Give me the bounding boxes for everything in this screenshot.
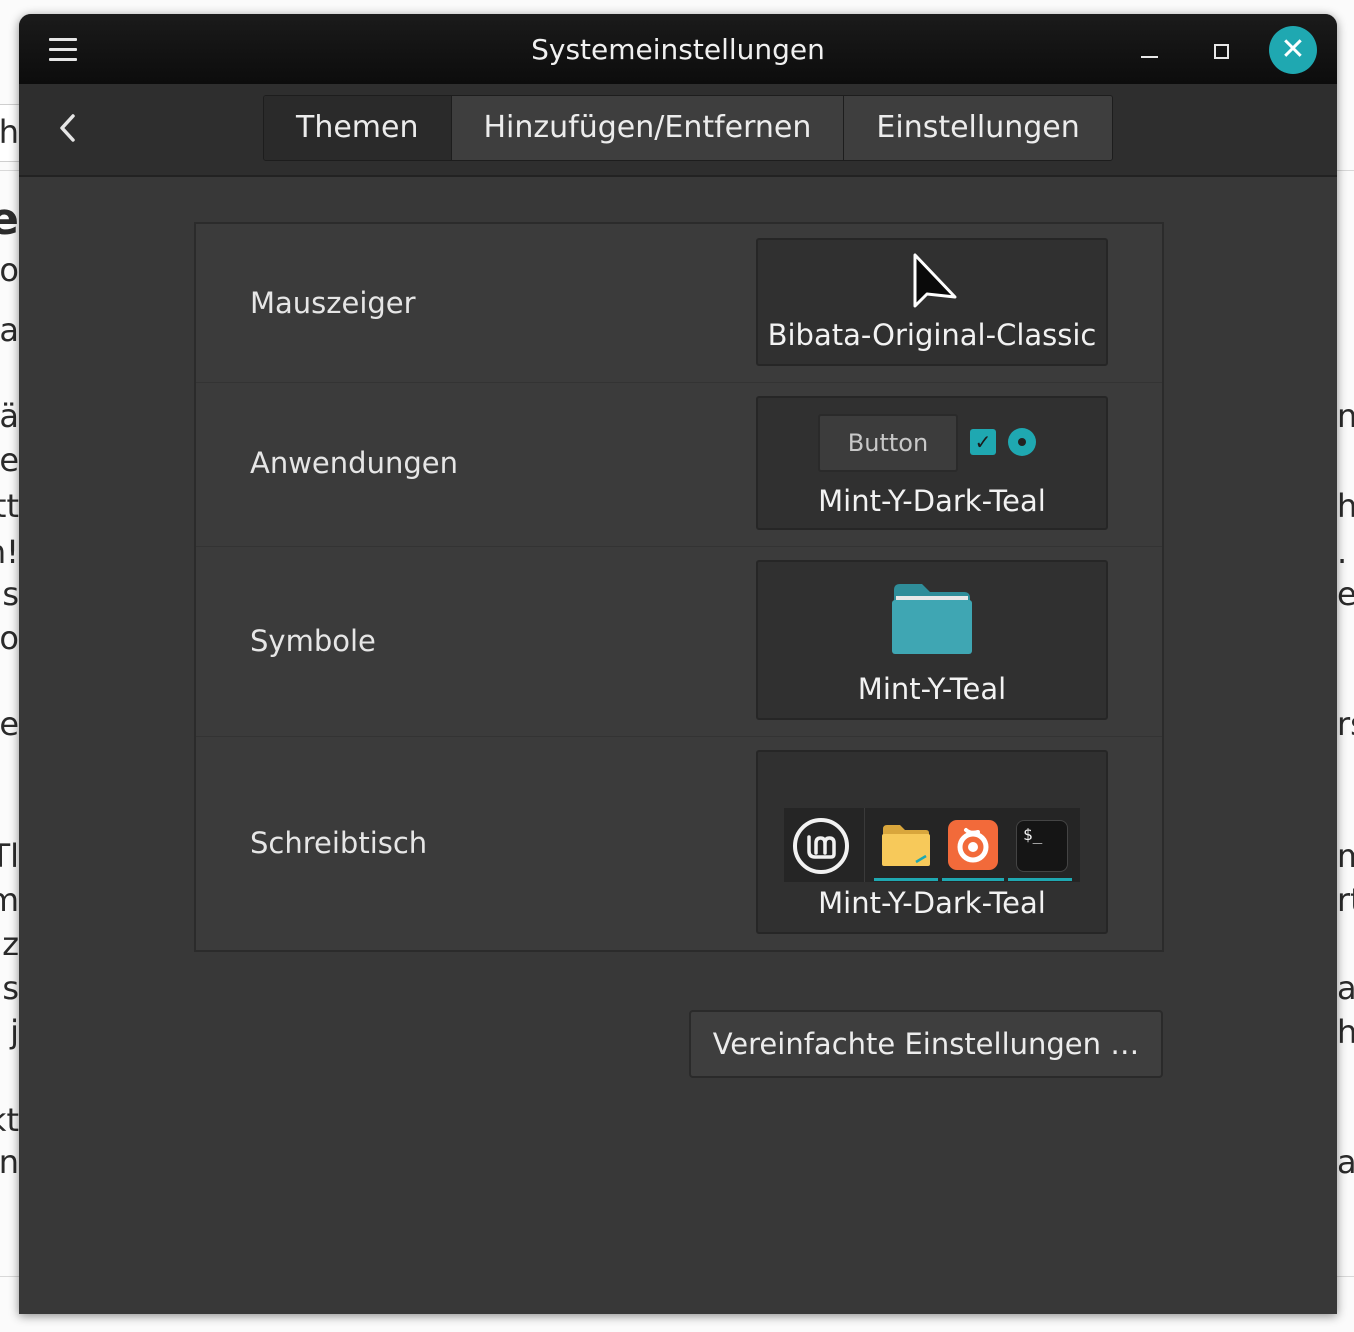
radio-selected-icon <box>1008 428 1036 456</box>
icons-theme-button[interactable]: Mint-Y-Teal <box>756 560 1108 720</box>
panel-preview: $_ <box>784 808 1080 882</box>
icons-theme-name: Mint-Y-Teal <box>857 672 1007 706</box>
checkbox-checked-icon: ✓ <box>970 429 996 455</box>
desktop-theme-name: Mint-Y-Dark-Teal <box>818 886 1046 920</box>
tab-hinzufuegen-entfernen[interactable]: Hinzufügen/Entfernen <box>451 96 845 160</box>
background-text-fragment: ab <box>1337 1143 1354 1181</box>
background-text-fragment: r j <box>0 1013 19 1051</box>
background-text-fragment: ä <box>0 397 19 435</box>
minimize-icon[interactable] <box>1137 42 1163 68</box>
toolbar: Themen Hinzufügen/Entfernen Einstellunge… <box>19 84 1337 177</box>
terminal-icon: $_ <box>1016 820 1068 872</box>
background-text-fragment: tt <box>0 487 19 525</box>
background-text-fragment: a <box>1337 969 1354 1007</box>
tab-themen[interactable]: Themen <box>264 96 452 160</box>
system-settings-window: Systemeinstellungen ✕ Themen Hinzufügen/… <box>19 14 1337 1314</box>
background-text-fragment: ie <box>0 705 19 743</box>
background-text-fragment: m <box>1337 837 1354 875</box>
row-label: Anwendungen <box>250 446 458 480</box>
cursor-theme-button[interactable]: Bibata-Original-Classic <box>756 238 1108 366</box>
active-indicator <box>942 878 1004 881</box>
firefox-icon <box>948 820 998 870</box>
active-indicator <box>874 878 938 881</box>
background-text-fragment: rt <box>1337 881 1354 919</box>
applications-theme-name: Mint-Y-Dark-Teal <box>818 484 1046 518</box>
background-text-fragment: m <box>0 881 19 919</box>
tab-einstellungen[interactable]: Einstellungen <box>844 96 1112 160</box>
row-schreibtisch: Schreibtisch $_ Mint-Y-Dark-Teal <box>196 736 1162 950</box>
preview-button: Button <box>818 414 958 472</box>
background-text-fragment: h <box>1337 487 1354 525</box>
background-text-fragment: Tl <box>0 837 19 875</box>
cursor-theme-name: Bibata-Original-Classic <box>767 318 1097 352</box>
background-text-fragment: n! <box>0 533 19 571</box>
mint-menu-icon <box>793 818 849 874</box>
background-text-fragment: nz <box>0 925 19 963</box>
close-icon[interactable]: ✕ <box>1269 26 1317 74</box>
row-symbole: Symbole Mint-Y-Teal <box>196 546 1162 737</box>
active-indicator <box>1008 878 1072 881</box>
folder-icon <box>882 825 930 866</box>
background-text-fragment: h <box>1337 1013 1354 1051</box>
folder-icon <box>892 584 972 654</box>
row-mauszeiger: Mauszeiger Bibata-Original-Classic <box>196 224 1162 383</box>
cursor-arrow-icon <box>913 253 957 308</box>
background-text-fragment: a <box>0 311 19 349</box>
row-label: Schreibtisch <box>250 826 428 860</box>
background-text-fragment: s <box>2 969 19 1007</box>
panel-separator <box>864 808 865 882</box>
title-bar[interactable]: Systemeinstellungen ✕ <box>19 14 1337 84</box>
background-text-fragment: ch <box>0 113 19 151</box>
background-text-fragment: n <box>1337 397 1354 435</box>
background-text-fragment: o <box>0 619 19 657</box>
background-text-fragment: is <box>0 575 19 613</box>
row-label: Mauszeiger <box>250 286 416 320</box>
background-text-fragment: rs <box>1337 705 1354 743</box>
simplified-settings-button[interactable]: Vereinfachte Einstellungen … <box>689 1010 1163 1078</box>
background-text-fragment: . <box>1337 533 1348 571</box>
applications-theme-button[interactable]: Button ✓ Mint-Y-Dark-Teal <box>756 396 1108 530</box>
background-text-fragment: e <box>0 194 19 245</box>
background-text-fragment: n <box>0 1143 19 1181</box>
tab-bar: Themen Hinzufügen/Entfernen Einstellunge… <box>263 95 1113 161</box>
background-text-fragment: lo <box>0 251 19 289</box>
back-arrow-icon[interactable] <box>53 110 83 146</box>
background-text-fragment: kt <box>0 1101 19 1139</box>
maximize-icon[interactable] <box>1209 41 1235 67</box>
background-text-fragment: e <box>0 441 19 479</box>
desktop-theme-button[interactable]: $_ Mint-Y-Dark-Teal <box>756 750 1108 934</box>
row-label: Symbole <box>250 624 376 658</box>
background-text-fragment: e <box>1337 575 1354 613</box>
themes-panel: Mauszeiger Bibata-Original-Classic Anwen… <box>194 222 1164 952</box>
row-anwendungen: Anwendungen Button ✓ Mint-Y-Dark-Teal <box>196 382 1162 547</box>
